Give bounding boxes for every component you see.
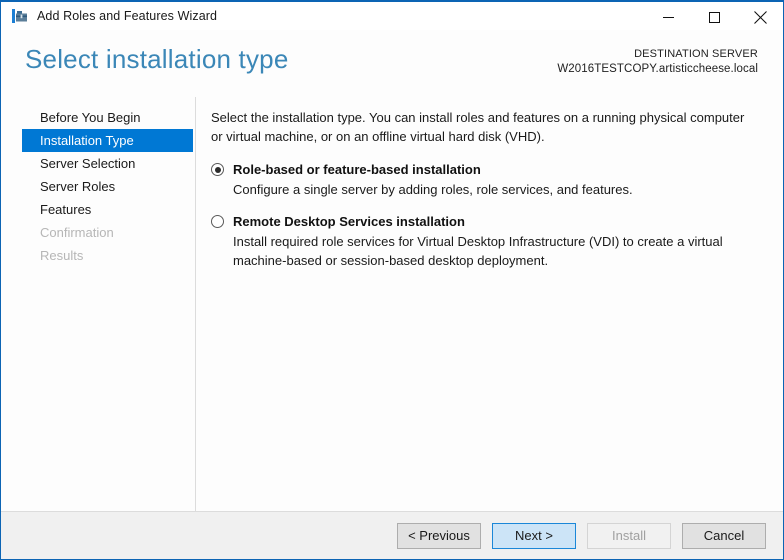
wizard-toolbox-icon (11, 7, 29, 25)
page-header: Select installation type DESTINATION SER… (1, 30, 783, 97)
instruction-text: Select the installation type. You can in… (211, 108, 757, 146)
radio-role-based-installation[interactable] (211, 163, 224, 176)
previous-button[interactable]: < Previous (397, 523, 481, 549)
next-button[interactable]: Next > (492, 523, 576, 549)
option-role-based-installation[interactable]: Role-based or feature-based installation… (211, 161, 758, 199)
wizard-navigation: Before You Begin Installation Type Serve… (1, 97, 196, 511)
destination-server-value: W2016TESTCOPY.artisticcheese.local (557, 62, 758, 77)
sidebar-item-server-roles[interactable]: Server Roles (22, 175, 193, 198)
option-role-based-title: Role-based or feature-based installation (233, 161, 758, 178)
destination-server-label: DESTINATION SERVER (557, 47, 758, 62)
wizard-body: Before You Begin Installation Type Serve… (1, 97, 783, 511)
window-controls (645, 2, 783, 32)
destination-server-block: DESTINATION SERVER W2016TESTCOPY.artisti… (557, 47, 758, 77)
sidebar-item-server-selection[interactable]: Server Selection (22, 152, 193, 175)
sidebar-item-confirmation: Confirmation (22, 221, 193, 244)
option-rds-title: Remote Desktop Services installation (233, 213, 758, 230)
cancel-button[interactable]: Cancel (682, 523, 766, 549)
maximize-icon[interactable] (691, 2, 737, 32)
sidebar-item-results: Results (22, 244, 193, 267)
wizard-footer: < Previous Next > Install Cancel (1, 511, 783, 559)
wizard-content: Select the installation type. You can in… (196, 97, 783, 511)
sidebar-item-features[interactable]: Features (22, 198, 193, 221)
option-remote-desktop-services-installation[interactable]: Remote Desktop Services installation Ins… (211, 213, 758, 270)
title-bar: Add Roles and Features Wizard (1, 0, 783, 30)
sidebar-item-installation-type[interactable]: Installation Type (22, 129, 193, 152)
wizard-window: Add Roles and Features Wizard Select ins… (0, 0, 784, 560)
radio-remote-desktop-services-installation[interactable] (211, 215, 224, 228)
close-icon[interactable] (737, 2, 783, 32)
sidebar-item-before-you-begin[interactable]: Before You Begin (22, 106, 193, 129)
page-title: Select installation type (25, 44, 289, 75)
option-rds-description: Install required role services for Virtu… (233, 232, 758, 270)
install-button: Install (587, 523, 671, 549)
window-title: Add Roles and Features Wizard (37, 9, 217, 23)
option-role-based-description: Configure a single server by adding role… (233, 180, 758, 199)
minimize-icon[interactable] (645, 2, 691, 32)
